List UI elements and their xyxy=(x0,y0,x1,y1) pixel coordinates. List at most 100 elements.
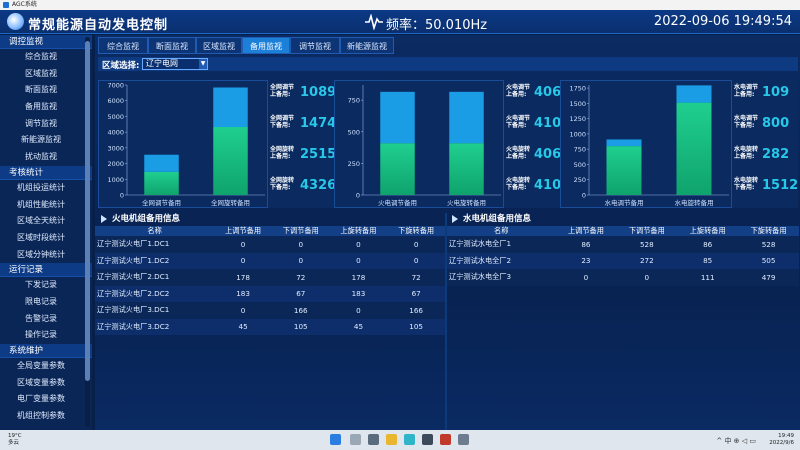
sidebar-item[interactable]: 备用监视 xyxy=(0,99,92,116)
taskbar-date: 2022/9/6 xyxy=(769,440,794,446)
sidebar-item[interactable]: 区域分钟统计 xyxy=(0,247,92,264)
frequency-readout: 频率：50.010Hz xyxy=(386,18,488,33)
app-icon[interactable] xyxy=(440,434,451,445)
table-cell: 178 xyxy=(214,269,272,286)
stat-value: 410 xyxy=(534,178,562,193)
sidebar-item[interactable]: 机组控制参数 xyxy=(0,408,92,425)
sidebar-group-header[interactable]: 调控监视 xyxy=(0,35,92,49)
table-row[interactable]: 辽宁测试火电厂2.DC1 178 72 178 72 xyxy=(95,269,445,286)
y-tick-label: 250 xyxy=(574,176,586,184)
stat-value: 4326 xyxy=(300,178,337,193)
table-row[interactable]: 辽宁测试水电全厂2 23 272 85 505 xyxy=(447,252,799,269)
table-cell: 505 xyxy=(738,252,799,269)
y-tick-label: 500 xyxy=(348,128,360,136)
sidebar-group-header[interactable]: 考核统计 xyxy=(0,165,92,180)
column-header[interactable]: 下调节备用 xyxy=(271,226,330,236)
task-view-icon[interactable] xyxy=(368,434,379,445)
sidebar-item[interactable]: 综合监视 xyxy=(0,49,92,66)
column-header[interactable]: 上旋转备用 xyxy=(329,226,388,236)
table-row[interactable]: 辽宁测试水电全厂1 86 528 86 528 xyxy=(447,236,799,253)
y-tick-label: 4000 xyxy=(107,129,124,137)
thermal-table: 名称 上调节备用 下调节备用 上旋转备用 下旋转备用 辽宁测试火电厂1.DC1 0 0 0 0 辽宁… xyxy=(95,226,445,335)
y-tick-label: 7000 xyxy=(107,82,124,90)
bar-segment xyxy=(213,127,248,195)
folder-icon[interactable] xyxy=(386,434,397,445)
tab-item[interactable]: 区域监视 xyxy=(196,37,242,54)
sidebar-item[interactable]: 调节监视 xyxy=(0,116,92,133)
store-icon[interactable] xyxy=(422,434,433,445)
column-header[interactable]: 上调节备用 xyxy=(555,226,617,236)
stat-value: 2515 xyxy=(300,147,337,162)
browser-icon[interactable] xyxy=(404,434,415,445)
start-icon[interactable] xyxy=(330,434,341,445)
x-category-label: 火电调节备用 xyxy=(378,198,417,207)
weather-desc: 多云 xyxy=(8,440,20,446)
stat-label: 全网旋转 上备用: xyxy=(270,146,295,160)
chevron-down-icon[interactable]: ▼ xyxy=(199,59,207,69)
hydro-section-title: 水电机组备用信息 xyxy=(463,214,532,224)
agc-app-icon[interactable] xyxy=(458,434,469,445)
table-cell: 0 xyxy=(329,302,388,319)
sidebar-item[interactable]: 机组投运统计 xyxy=(0,180,92,197)
tab-item[interactable]: 综合监视 xyxy=(98,37,148,54)
tab-item[interactable]: 备用监视 xyxy=(242,37,290,54)
stat-label: 火电调节 下备用: xyxy=(506,115,531,129)
sidebar-item[interactable]: 扰动监视 xyxy=(0,149,92,166)
bar-segment xyxy=(144,154,179,172)
sidebar-item[interactable]: 区域全天统计 xyxy=(0,213,92,230)
column-header[interactable]: 名称 xyxy=(447,226,556,236)
column-header[interactable]: 上调节备用 xyxy=(214,226,272,236)
column-header[interactable]: 上旋转备用 xyxy=(677,226,739,236)
tab-item[interactable]: 断面监视 xyxy=(148,37,196,54)
sidebar-item[interactable]: 断面监视 xyxy=(0,82,92,99)
sidebar-item[interactable]: 操作记录 xyxy=(0,327,92,344)
sidebar-item[interactable]: 告警记录 xyxy=(0,311,92,328)
region-select[interactable]: 辽宁电网 ▼ xyxy=(142,58,208,70)
sidebar-item[interactable]: 机组性能统计 xyxy=(0,197,92,214)
tab-item[interactable]: 新能源监视 xyxy=(340,37,394,54)
table-row[interactable]: 辽宁测试火电厂1.DC1 0 0 0 0 xyxy=(95,236,445,253)
stat-value: 1512 xyxy=(762,178,799,193)
column-header[interactable]: 下调节备用 xyxy=(616,226,678,236)
stat-value: 800 xyxy=(762,116,790,131)
table-row[interactable]: 辽宁测试火电厂3.DC2 45 105 45 105 xyxy=(95,318,445,335)
table-row[interactable]: 辽宁测试火电厂3.DC1 0 166 0 166 xyxy=(95,302,445,319)
column-header[interactable]: 名称 xyxy=(95,226,215,236)
system-tray[interactable]: ^ 中 ⊕ ◁ ▭ xyxy=(716,436,756,446)
table-cell: 0 xyxy=(214,236,272,253)
table-row[interactable]: 辽宁测试火电厂2.DC2 183 67 183 67 xyxy=(95,285,445,302)
table-row[interactable]: 辽宁测试水电全厂3 0 0 111 479 xyxy=(447,269,799,286)
sidebar-group-header[interactable]: 运行记录 xyxy=(0,263,92,278)
tab-item[interactable]: 调节监视 xyxy=(290,37,340,54)
sidebar-item[interactable]: 新能源监视 xyxy=(0,132,92,149)
column-header[interactable]: 下旋转备用 xyxy=(738,226,799,236)
table-row[interactable]: 辽宁测试火电厂1.DC2 0 0 0 0 xyxy=(95,252,445,269)
sidebar-item[interactable]: 下发记录 xyxy=(0,277,92,294)
table-cell: 67 xyxy=(387,285,445,302)
stat-value: 109 xyxy=(762,85,790,100)
sidebar-item[interactable]: 限电记录 xyxy=(0,294,92,311)
sidebar-scrollbar[interactable] xyxy=(85,37,90,427)
table-cell: 72 xyxy=(387,269,445,286)
stat-value: 1474 xyxy=(300,116,337,131)
y-tick-label: 0 xyxy=(582,192,586,200)
table-cell: 105 xyxy=(387,318,445,335)
y-tick-label: 2000 xyxy=(107,160,124,168)
sidebar-item[interactable]: 全局变量参数 xyxy=(0,358,92,375)
table-cell: 0 xyxy=(271,252,330,269)
window-titlebar: AGC系统 xyxy=(0,0,800,10)
sidebar-item[interactable]: 电厂变量参数 xyxy=(0,391,92,408)
app-logo xyxy=(7,13,24,30)
reserve-chart-panel: 1750 1500 1250 1000 750 500 250 0 水电调节备用 水电旋转备用 xyxy=(560,80,732,208)
sidebar-scroll-thumb[interactable] xyxy=(85,41,90,381)
sidebar-item[interactable]: 区域监视 xyxy=(0,66,92,83)
taskbar-time: 19:49 xyxy=(778,433,794,439)
sidebar-item[interactable]: 区域变量参数 xyxy=(0,375,92,392)
sidebar-item[interactable]: 区域时段统计 xyxy=(0,230,92,247)
column-header[interactable]: 下旋转备用 xyxy=(387,226,445,236)
taskbar-clock[interactable]: 19:49 2022/9/6 xyxy=(769,433,794,447)
sidebar-group-header[interactable]: 系统维护 xyxy=(0,344,92,358)
search-icon[interactable] xyxy=(350,434,361,445)
weather-widget[interactable]: 19°C 多云 xyxy=(8,433,22,447)
table-cell: 45 xyxy=(329,318,388,335)
